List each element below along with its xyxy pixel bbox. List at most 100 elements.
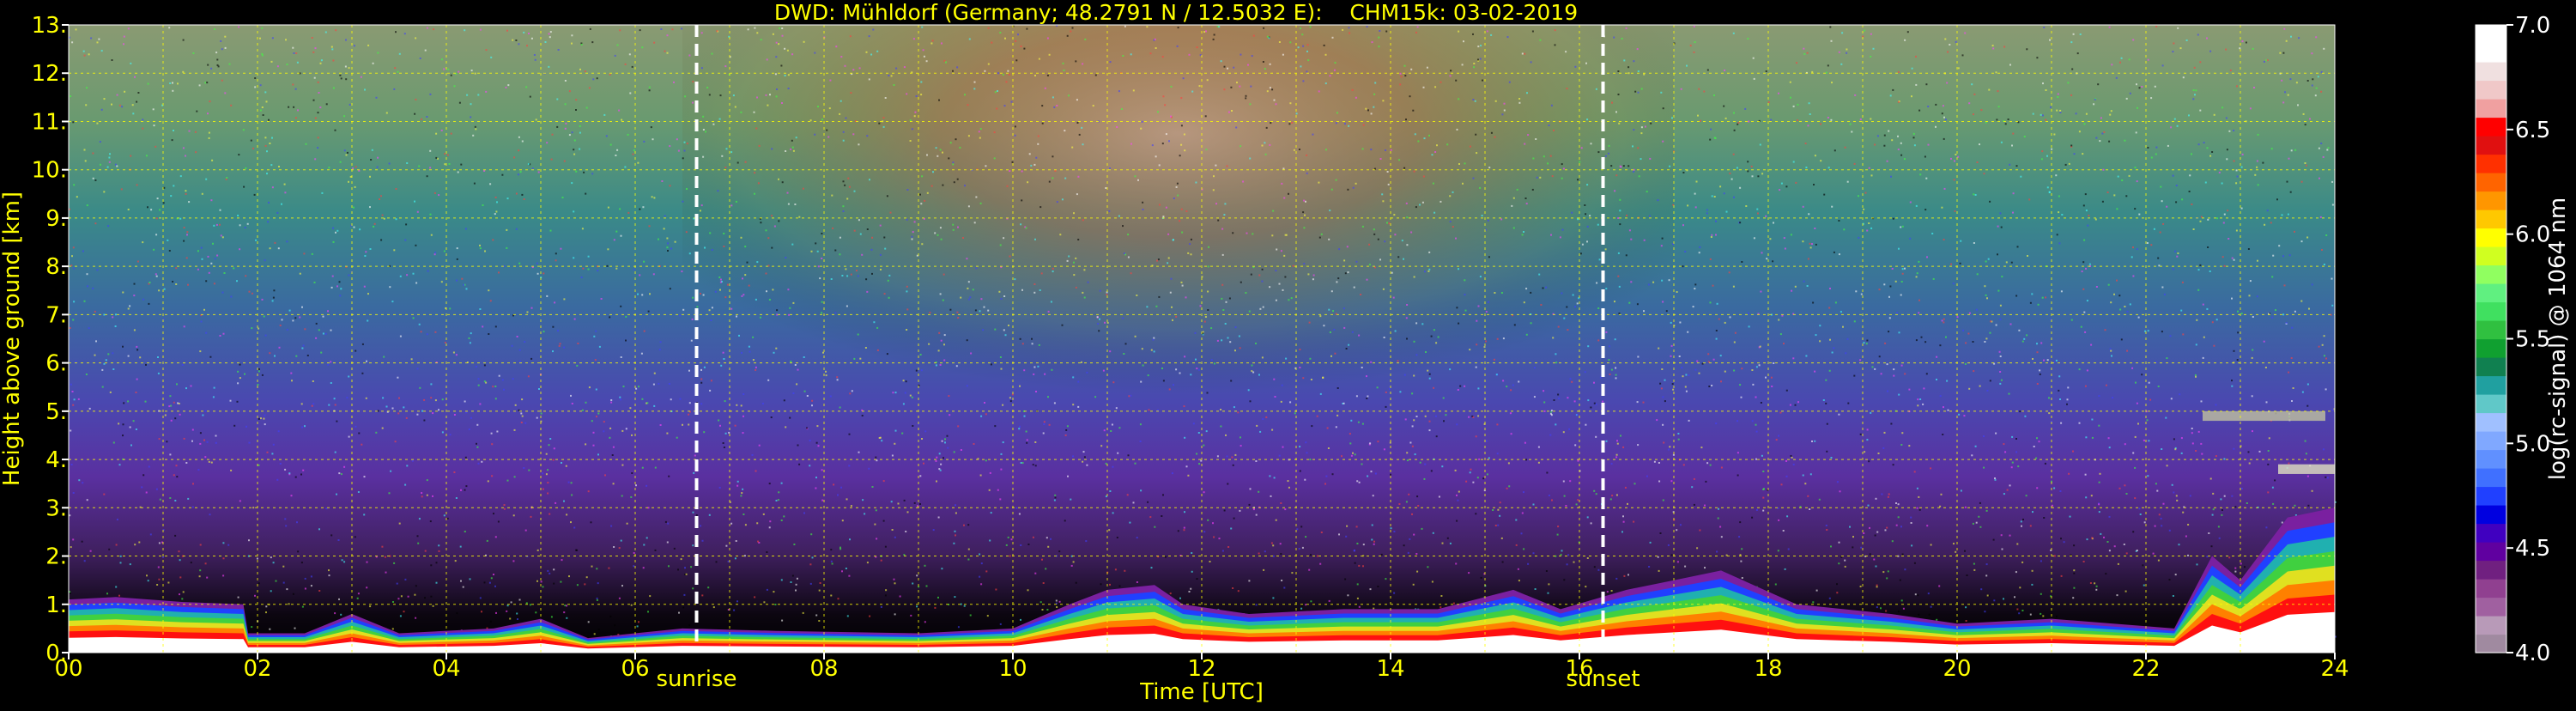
noise-pixel <box>1988 258 1990 260</box>
noise-pixel <box>1609 345 1610 347</box>
noise-pixel <box>1615 338 1616 340</box>
noise-pixel <box>1633 521 1634 523</box>
noise-pixel <box>2318 76 2319 77</box>
noise-pixel <box>1611 590 1613 592</box>
noise-pixel <box>700 525 701 526</box>
noise-pixel <box>1804 483 1806 484</box>
noise-pixel <box>846 306 848 307</box>
noise-pixel <box>2213 345 2215 347</box>
noise-pixel <box>1264 68 1266 70</box>
noise-pixel <box>129 305 130 307</box>
noise-pixel <box>582 228 584 229</box>
noise-pixel <box>1558 326 1560 328</box>
noise-pixel <box>239 377 241 379</box>
noise-pixel <box>1071 147 1073 149</box>
noise-pixel <box>2293 387 2294 389</box>
noise-pixel <box>1336 179 1337 181</box>
noise-pixel <box>205 332 207 334</box>
noise-pixel <box>1672 383 1674 385</box>
noise-pixel <box>278 430 280 432</box>
noise-pixel <box>415 245 416 246</box>
noise-pixel <box>2176 495 2178 496</box>
noise-pixel <box>414 594 415 596</box>
noise-pixel <box>2085 386 2087 387</box>
noise-pixel <box>1954 179 1955 180</box>
noise-pixel <box>643 141 645 143</box>
noise-pixel <box>929 312 930 313</box>
noise-pixel <box>2015 571 2017 573</box>
noise-pixel <box>1442 543 1444 544</box>
noise-pixel <box>1480 58 1482 60</box>
noise-pixel <box>480 247 482 249</box>
noise-pixel <box>894 443 895 445</box>
noise-pixel <box>672 28 674 30</box>
noise-pixel <box>1373 495 1374 496</box>
noise-pixel <box>943 360 945 362</box>
noise-pixel <box>1415 354 1417 356</box>
noise-pixel <box>2050 106 2052 108</box>
noise-pixel <box>843 131 845 133</box>
noise-pixel <box>199 84 201 86</box>
noise-pixel <box>666 433 668 434</box>
noise-pixel <box>128 27 130 29</box>
noise-pixel <box>1522 234 1524 235</box>
noise-pixel <box>182 364 184 366</box>
noise-pixel <box>516 193 518 195</box>
noise-pixel <box>1385 578 1386 580</box>
noise-pixel <box>661 180 663 182</box>
noise-pixel <box>2193 89 2195 91</box>
noise-pixel <box>519 599 521 601</box>
noise-pixel <box>2176 256 2178 258</box>
noise-pixel <box>803 356 805 358</box>
noise-pixel <box>621 465 623 466</box>
noise-pixel <box>2221 509 2223 511</box>
noise-pixel <box>538 388 540 390</box>
noise-pixel <box>416 414 418 416</box>
noise-pixel <box>492 386 494 387</box>
noise-pixel <box>1999 319 2001 320</box>
noise-pixel <box>1512 385 1514 386</box>
noise-pixel <box>2326 149 2328 151</box>
noise-pixel <box>1230 87 1232 88</box>
noise-pixel <box>158 373 160 374</box>
noise-pixel <box>2307 384 2309 386</box>
noise-pixel <box>2107 541 2109 543</box>
noise-pixel <box>999 32 1001 33</box>
noise-pixel <box>201 321 203 323</box>
noise-pixel <box>969 39 971 40</box>
noise-pixel <box>1423 176 1425 178</box>
noise-pixel <box>730 204 732 206</box>
noise-pixel <box>1390 474 1391 476</box>
noise-pixel <box>404 579 406 580</box>
noise-pixel <box>123 423 124 425</box>
noise-pixel <box>173 474 175 476</box>
noise-pixel <box>571 182 573 184</box>
noise-pixel <box>1977 161 1979 163</box>
noise-pixel <box>458 172 459 173</box>
noise-pixel <box>964 605 966 607</box>
noise-pixel <box>565 123 567 125</box>
noise-pixel <box>1299 367 1300 368</box>
noise-pixel <box>465 411 467 413</box>
noise-pixel <box>988 27 990 29</box>
noise-pixel <box>1908 445 1910 447</box>
noise-pixel <box>377 167 379 168</box>
noise-pixel <box>239 364 241 366</box>
noise-pixel <box>1658 348 1659 349</box>
noise-pixel <box>1876 585 1878 586</box>
noise-pixel <box>1049 181 1051 183</box>
noise-pixel <box>522 416 524 417</box>
noise-pixel <box>947 447 949 449</box>
noise-pixel <box>323 316 324 318</box>
noise-pixel <box>1544 410 1546 412</box>
noise-pixel <box>70 327 71 329</box>
noise-pixel <box>1341 455 1343 457</box>
noise-pixel <box>1615 368 1616 369</box>
noise-pixel <box>315 47 317 49</box>
noise-pixel <box>2173 175 2174 177</box>
noise-pixel <box>1077 381 1079 383</box>
noise-pixel <box>2039 369 2040 371</box>
noise-pixel <box>1281 250 1282 252</box>
noise-pixel <box>582 268 584 270</box>
noise-pixel <box>730 523 732 525</box>
